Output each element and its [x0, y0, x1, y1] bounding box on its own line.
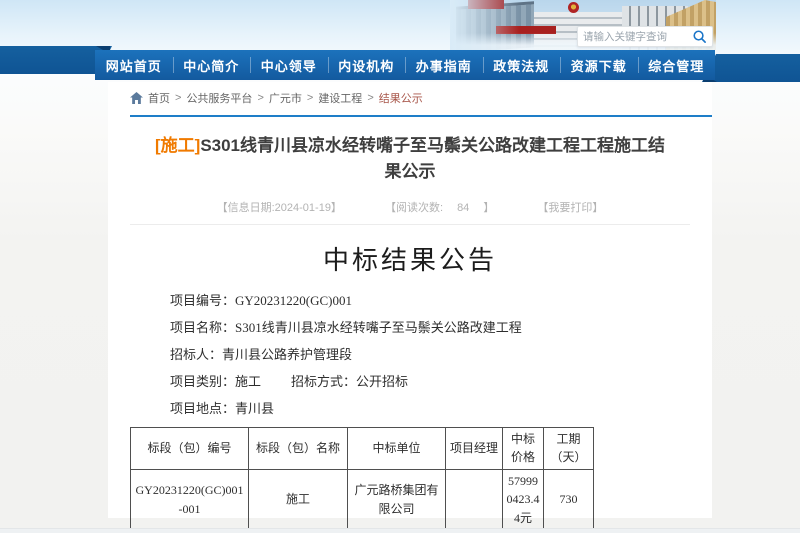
meta-views-suffix: 】: [483, 202, 494, 214]
meta-date: 【信息日期:2024-01-19】: [217, 202, 342, 214]
cell-duration: 730: [544, 469, 594, 530]
breadcrumb-separator: >: [367, 92, 373, 104]
nav-ribbon-right-wing: [702, 54, 800, 82]
cell-project-manager: [446, 469, 503, 530]
announcement-title: 中标结果公告: [130, 240, 690, 277]
meta-views-prefix: 【阅读次数:: [385, 202, 443, 214]
nav-item-policies[interactable]: 政策法规: [483, 50, 561, 80]
nav-item-leaders[interactable]: 中心领导: [250, 50, 328, 80]
meta-views: 【阅读次数: 84 】: [385, 202, 494, 214]
search-box: [577, 26, 713, 47]
project-details: 项目编号：GY20231220(GC)001 项目名称：S301线青川县凉水经转…: [170, 287, 690, 422]
detail-tenderee: 招标人：青川县公路养护管理段: [170, 341, 690, 368]
breadcrumb-separator: >: [307, 92, 313, 104]
col-section-name: 标段（包）名称: [249, 427, 348, 469]
col-section-number: 标段（包）编号: [131, 427, 249, 469]
detail-category-and-method: 项目类别：施工招标方式：公开招标: [170, 368, 690, 395]
nav-item-downloads[interactable]: 资源下载: [560, 50, 638, 80]
col-duration: 工期（天）: [544, 427, 594, 469]
search-icon[interactable]: [692, 29, 707, 44]
nav-item-home[interactable]: 网站首页: [95, 50, 173, 80]
announcement-document: 中标结果公告 项目编号：GY20231220(GC)001 项目名称：S301线…: [130, 240, 690, 533]
breadcrumb-separator: >: [257, 92, 263, 104]
col-project-manager: 项目经理: [446, 427, 503, 469]
breadcrumb-item-platform[interactable]: 公共服务平台: [186, 90, 252, 106]
nav-item-guide[interactable]: 办事指南: [405, 50, 483, 80]
meta-views-count: 84: [457, 202, 469, 214]
breadcrumb-divider: [130, 115, 712, 117]
cell-section-name: 施工: [249, 469, 348, 530]
cell-winning-bidder: 广元路桥集团有限公司: [348, 469, 446, 530]
meta-bar: 【信息日期:2024-01-19】 【阅读次数: 84 】 【我要打印】: [130, 199, 690, 225]
print-button[interactable]: 【我要打印】: [537, 202, 603, 214]
home-icon: [130, 92, 143, 104]
search-input[interactable]: [583, 31, 692, 43]
nav-item-about[interactable]: 中心简介: [173, 50, 251, 80]
cell-section-number: GY20231220(GC)001-001: [131, 469, 249, 530]
breadcrumb-item-home[interactable]: 首页: [148, 90, 170, 106]
nav-item-management[interactable]: 综合管理: [638, 50, 716, 80]
table-row: GY20231220(GC)001-001 施工 广元路桥集团有限公司 5799…: [131, 469, 594, 530]
breadcrumb-item-city[interactable]: 广元市: [269, 90, 302, 106]
footer-band: [0, 528, 800, 533]
page-title: [施工]S301线青川县凉水经转嘴子至马鬃关公路改建工程工程施工结果公示: [152, 133, 667, 186]
breadcrumb-item-construction[interactable]: 建设工程: [318, 90, 362, 106]
detail-location: 项目地点：青川县: [170, 395, 690, 422]
table-header-row: 标段（包）编号 标段（包）名称 中标单位 项目经理 中标价格 工期（天）: [131, 427, 594, 469]
title-text: S301线青川县凉水经转嘴子至马鬃关公路改建工程工程施工结果公示: [200, 136, 665, 181]
breadcrumb-item-current: 结果公示: [379, 90, 423, 106]
breadcrumb: 首页 > 公共服务平台 > 广元市 > 建设工程 > 结果公示: [130, 82, 690, 113]
col-winning-bidder: 中标单位: [348, 427, 446, 469]
content-panel: 首页 > 公共服务平台 > 广元市 > 建设工程 > 结果公示 [施工]S301…: [108, 82, 712, 518]
bid-result-table: 标段（包）编号 标段（包）名称 中标单位 项目经理 中标价格 工期（天） GY2…: [130, 427, 594, 531]
nav-item-departments[interactable]: 内设机构: [328, 50, 406, 80]
detail-project-name: 项目名称：S301线青川县凉水经转嘴子至马鬃关公路改建工程: [170, 314, 690, 341]
cell-bid-price: 579990423.44元: [503, 469, 544, 530]
breadcrumb-separator: >: [175, 92, 181, 104]
detail-project-number: 项目编号：GY20231220(GC)001: [170, 287, 690, 314]
col-bid-price: 中标价格: [503, 427, 544, 469]
title-category-tag: [施工]: [155, 136, 200, 155]
main-nav: 网站首页 中心简介 中心领导 内设机构 办事指南 政策法规 资源下载 综合管理: [95, 50, 715, 80]
